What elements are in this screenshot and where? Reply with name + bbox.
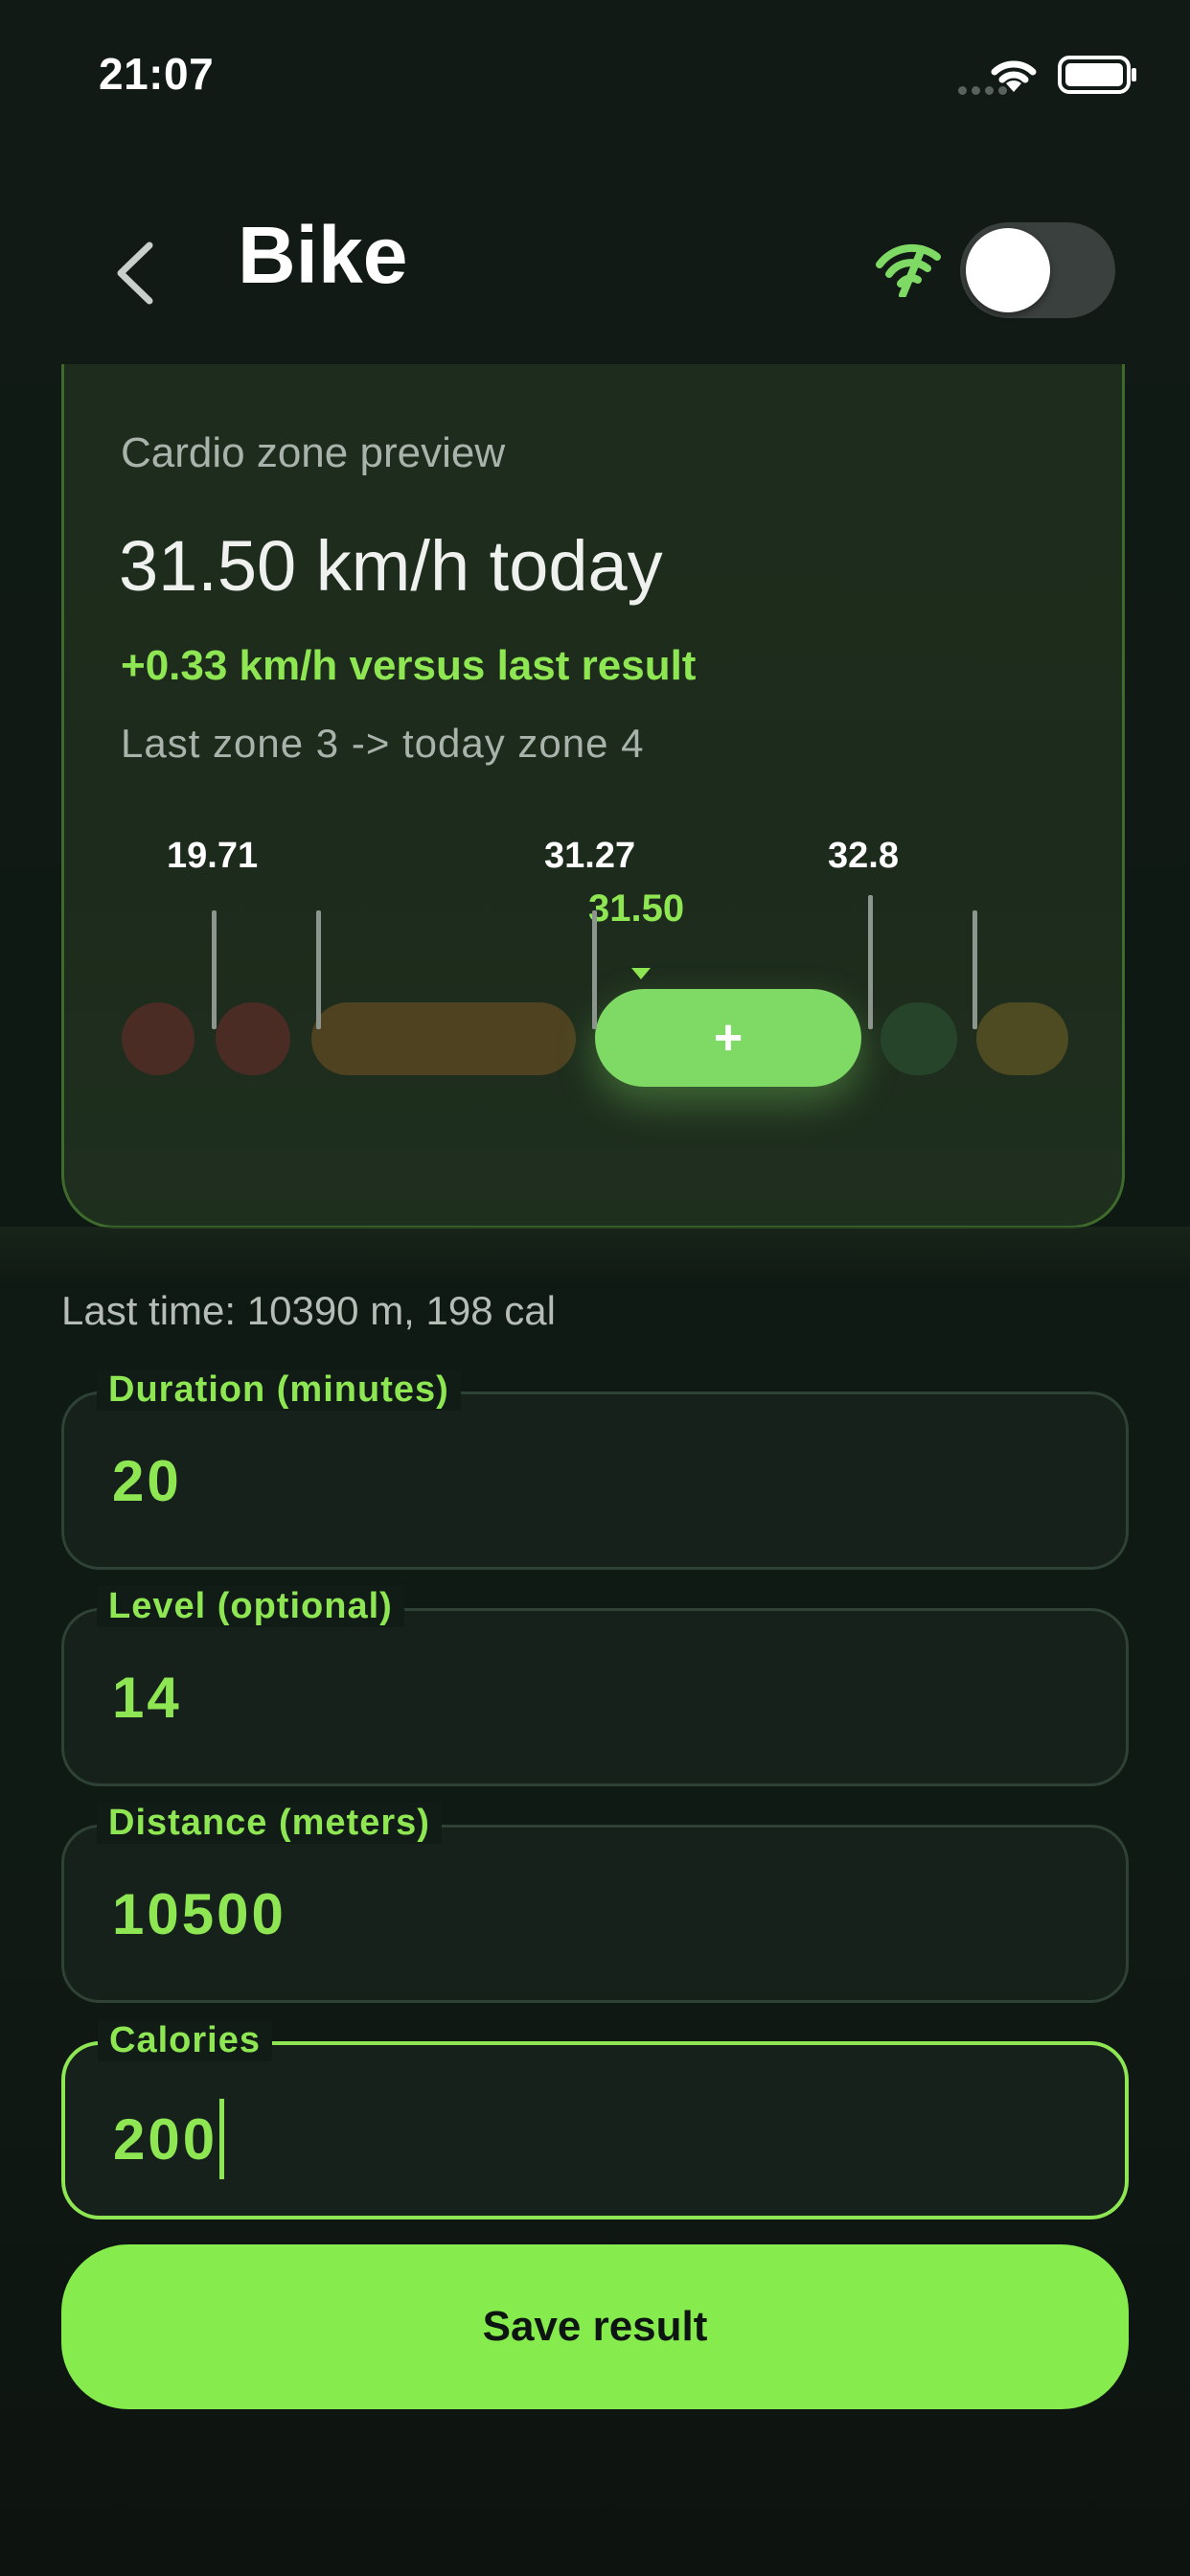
battery-icon xyxy=(1058,56,1136,94)
duration-field[interactable]: Duration (minutes) 20 xyxy=(61,1369,1129,1570)
card-shadow xyxy=(0,1227,1190,1284)
text-caret xyxy=(219,2099,225,2179)
tick-line-4 xyxy=(868,895,873,1029)
tick-label-1: 19.71 xyxy=(167,836,259,876)
tick-label-3: 32.8 xyxy=(828,836,899,876)
zone-change: Last zone 3 -> today zone 4 xyxy=(121,721,645,766)
toggle-knob xyxy=(966,228,1050,312)
device-toggle[interactable] xyxy=(960,222,1115,318)
page-title: Bike xyxy=(238,210,408,300)
calories-field[interactable]: Calories 200 xyxy=(61,2020,1129,2220)
back-button[interactable] xyxy=(101,230,168,316)
zone-5-segment[interactable] xyxy=(881,1002,957,1075)
zone-3-segment[interactable] xyxy=(311,1002,576,1075)
card-subtitle: Cardio zone preview xyxy=(121,429,506,476)
zone-6-segment[interactable] xyxy=(976,1002,1068,1075)
distance-input[interactable]: 10500 xyxy=(112,1881,286,1947)
distance-label: Distance (meters) xyxy=(97,1803,442,1844)
level-input[interactable]: 14 xyxy=(112,1665,182,1731)
chevron-left-icon xyxy=(117,242,153,305)
calories-input[interactable]: 200 xyxy=(113,2099,225,2179)
duration-input[interactable]: 20 xyxy=(112,1448,182,1514)
level-label: Level (optional) xyxy=(97,1586,404,1627)
distance-field[interactable]: Distance (meters) 10500 xyxy=(61,1803,1129,2003)
status-icons xyxy=(958,54,1140,96)
tick-line-5 xyxy=(973,910,977,1029)
screen: 21:07 Bike Cardio zone preview 31.50 km/… xyxy=(0,0,1190,2576)
zone-2-segment[interactable] xyxy=(216,1002,290,1075)
tick-line-1 xyxy=(212,910,217,1029)
today-speed: 31.50 km/h today xyxy=(119,526,663,606)
calories-label: Calories xyxy=(98,2020,272,2061)
calories-value: 200 xyxy=(113,2106,218,2172)
level-field[interactable]: Level (optional) 14 xyxy=(61,1586,1129,1786)
cardio-zone-card xyxy=(61,364,1125,1229)
tick-line-2 xyxy=(316,910,321,1029)
current-value-pointer xyxy=(631,968,651,979)
tick-label-2: 31.27 xyxy=(544,836,636,876)
save-result-button[interactable]: Save result xyxy=(61,2244,1129,2409)
wifi-icon xyxy=(991,60,1037,92)
current-value-label: 31.50 xyxy=(588,887,685,930)
duration-label: Duration (minutes) xyxy=(97,1369,461,1411)
zone-4-segment-active[interactable]: + xyxy=(595,989,861,1087)
last-time-summary: Last time: 10390 m, 198 cal xyxy=(61,1288,556,1333)
status-time: 21:07 xyxy=(99,49,215,99)
speed-delta: +0.33 km/h versus last result xyxy=(121,642,697,689)
tick-line-3 xyxy=(592,910,597,1029)
zone-1-segment[interactable] xyxy=(122,1002,195,1075)
connection-icon[interactable] xyxy=(874,243,943,297)
